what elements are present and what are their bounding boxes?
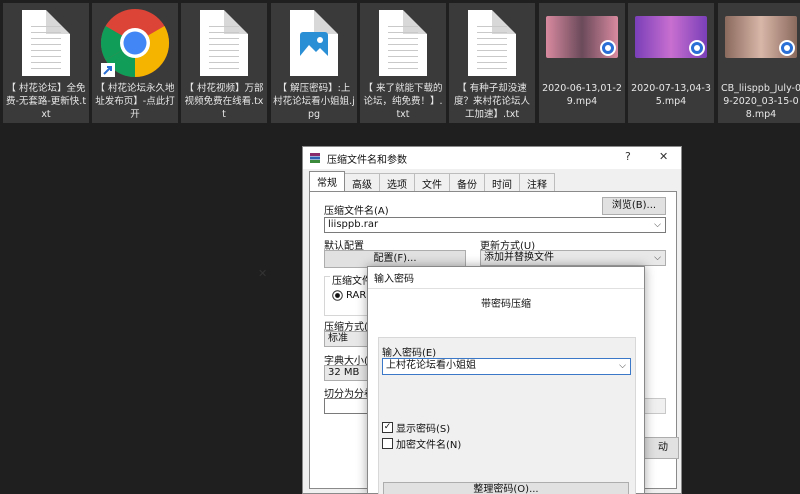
rar-format-label: RAR xyxy=(346,290,367,301)
dictionary-size-value: 32 MB xyxy=(328,367,360,378)
desktop-file-name: 2020-06-13,01-29.mp4 xyxy=(542,83,622,107)
desktop-file-name: 【 村花论坛】全免费-无套路-更新快.txt xyxy=(5,83,87,120)
desktop-file-tile[interactable]: 【 解压密码】:上村花论坛看小姐姐.jpg xyxy=(271,3,357,123)
desktop-file-tile[interactable]: 【 村花论坛】全免费-无套路-更新快.txt xyxy=(3,3,89,123)
desktop-file-tile[interactable]: 【 有种子却没速度？来村花论坛人工加速】.txt xyxy=(449,3,535,123)
video-thumbnail xyxy=(725,10,797,58)
desktop-file-name: 【 村花视频】万部视频免费在线看.txt xyxy=(184,83,264,120)
desktop-file-name: CB_liisppb_July-09-2020_03-15-08.mp4 xyxy=(721,83,800,120)
desktop-file-name: 【 有种子却没速度？来村花论坛人工加速】.txt xyxy=(453,83,530,120)
desktop-file-name: 【 村花论坛永久地址发布页】-点此打开 xyxy=(95,83,175,120)
desktop-file-name: 【 解压密码】:上村花论坛看小姐姐.jpg xyxy=(273,83,355,120)
show-password-checkbox[interactable]: ✓ 显示密码(S) xyxy=(382,420,450,435)
video-player-icon xyxy=(689,40,705,56)
archive-name-label: 压缩文件名(A) xyxy=(324,206,389,217)
archive-name-field[interactable]: liisppb.rar ⌵ xyxy=(324,217,666,233)
desktop-file-grid: 【 村花论坛】全免费-无套路-更新快.txt 【 村花论坛永久地址发布页】-点此打… xyxy=(0,0,800,126)
password-label: 输入密码(E) xyxy=(382,348,437,359)
help-button[interactable]: ? xyxy=(625,150,631,163)
chevron-down-icon: ⌵ xyxy=(654,253,661,263)
close-icon[interactable]: ✕ xyxy=(659,150,668,163)
show-password-label: 显示密码(S) xyxy=(396,424,451,435)
update-mode-value: 添加并替换文件 xyxy=(484,252,554,263)
video-thumbnail xyxy=(635,10,707,58)
radio-selected-icon xyxy=(332,290,343,301)
chevron-down-icon[interactable]: ⌵ xyxy=(619,359,626,373)
text-file-icon xyxy=(200,10,248,76)
desktop-file-tile[interactable]: 【 来了就能下载的论坛，纯免费！】.txt xyxy=(360,3,446,123)
password-dialog: 输入密码 ✕ 带密码压缩 输入密码(E) 上村花论坛看小姐姐 ⌵ ✓ 显示密码(… xyxy=(258,266,645,494)
archive-dialog-title: 压缩文件名和参数 xyxy=(327,154,407,166)
desktop-file-tile[interactable]: 【 村花论坛永久地址发布页】-点此打开 xyxy=(92,3,178,123)
password-dialog-title: 输入密码 xyxy=(374,274,414,285)
checkbox-checked-icon: ✓ xyxy=(382,422,393,433)
encrypt-filenames-label: 加密文件名(N) xyxy=(396,440,462,451)
archive-name-value: liisppb.rar xyxy=(328,219,379,230)
text-file-icon xyxy=(22,10,70,76)
checkbox-unchecked-icon xyxy=(382,438,393,449)
encrypt-filenames-checkbox[interactable]: 加密文件名(N) xyxy=(382,436,461,451)
chrome-shortcut-icon xyxy=(99,7,171,83)
image-file-icon xyxy=(290,10,338,76)
password-input[interactable]: 上村花论坛看小姐姐 ⌵ xyxy=(382,358,631,375)
browse-button[interactable]: 浏览(B)... xyxy=(602,197,666,215)
password-panel: 输入密码(E) 上村花论坛看小姐姐 ⌵ ✓ 显示密码(S) 加密文件名(N) 整… xyxy=(378,337,636,494)
desktop-file-tile[interactable]: 2020-06-13,01-29.mp4 xyxy=(539,3,625,123)
update-mode-select[interactable]: 添加并替换文件 ⌵ xyxy=(480,250,666,266)
video-player-icon xyxy=(600,40,616,56)
video-thumbnail xyxy=(546,10,618,58)
video-player-icon xyxy=(779,40,795,56)
password-dialog-titlebar[interactable]: 输入密码 ✕ xyxy=(258,267,644,289)
organize-passwords-button[interactable]: 整理密码(O)... xyxy=(383,482,629,494)
rar-format-radio[interactable]: RAR xyxy=(332,290,366,301)
desktop-file-tile[interactable]: 2020-07-13,04-35.mp4 xyxy=(628,3,714,123)
desktop-file-name: 2020-07-13,04-35.mp4 xyxy=(631,83,711,107)
password-value: 上村花论坛看小姐姐 xyxy=(386,360,476,371)
password-dialog-heading: 带密码压缩 xyxy=(481,299,531,310)
compression-method-value: 标准 xyxy=(328,333,348,344)
close-icon[interactable]: ✕ xyxy=(258,267,267,280)
chevron-down-icon[interactable]: ⌵ xyxy=(654,218,661,232)
tab-general[interactable]: 常规 xyxy=(309,171,345,193)
text-file-icon xyxy=(468,10,516,76)
desktop-file-tile[interactable]: 【 村花视频】万部视频免费在线看.txt xyxy=(181,3,267,123)
text-file-icon xyxy=(379,10,427,76)
archive-dialog-titlebar[interactable]: 压缩文件名和参数 ? ✕ xyxy=(303,147,681,169)
desktop-file-tile[interactable]: CB_liisppb_July-09-2020_03-15-08.mp4 xyxy=(718,3,800,123)
desktop-file-name: 【 来了就能下载的论坛，纯免费！】.txt xyxy=(363,83,443,120)
winrar-icon xyxy=(310,153,320,163)
